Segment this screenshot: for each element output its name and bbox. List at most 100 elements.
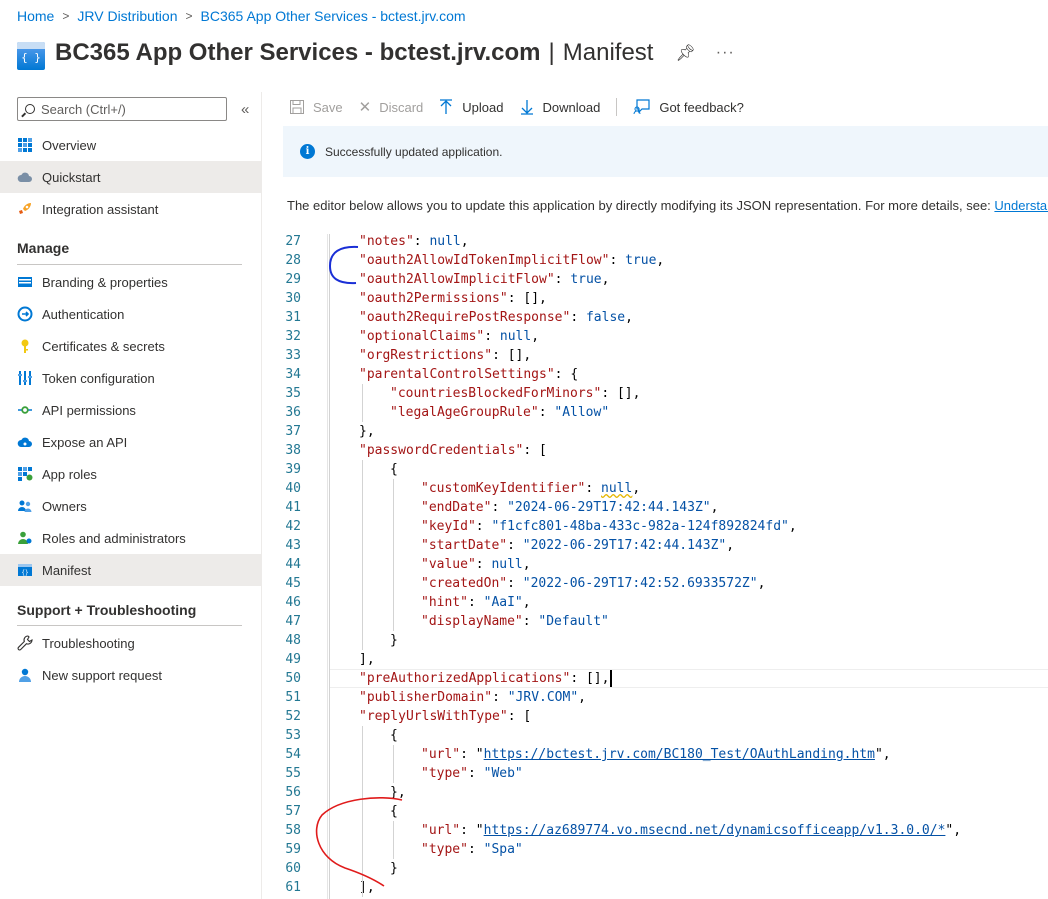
sidebar-item-new-support-request[interactable]: New support request [0,659,262,691]
sidebar-item-overview[interactable]: Overview [0,129,262,161]
indent-guide [393,821,394,859]
sidebar-item-api-permissions[interactable]: API permissions [0,394,262,426]
code-token: , [726,538,735,553]
code-token: }, [359,424,375,439]
breadcrumb-tenant[interactable]: JRV Distribution [77,8,177,24]
editor-line: 36 "legalAgeGroupRule": "Allow" [263,403,1048,422]
code-token: }, [390,785,406,800]
code-token: : " [460,747,484,762]
line-number: 45 [285,576,301,591]
feedback-icon [633,99,650,115]
sidebar-item-label: Manifest [42,562,92,578]
code-token: { [390,728,398,743]
editor-line: 51 "publisherDomain": "JRV.COM", [263,688,1048,707]
code-token: : [554,272,571,287]
upload-label: Upload [462,99,504,115]
sidebar-item-owners[interactable]: Owners [0,490,262,522]
code-token[interactable]: https://bctest.jrv.com/BC180_Test/OAuthL… [484,747,875,762]
line-number: 47 [285,614,301,629]
breadcrumb-app[interactable]: BC365 App Other Services - bctest.jrv.co… [201,8,466,24]
code-token: : [570,310,586,325]
code-token: "2022-06-29T17:42:44.143Z" [522,538,727,553]
code-token: : [492,690,508,705]
code-token: "f1cfc801-48ba-433c-982a-124f892824fd" [491,519,789,534]
line-number: 31 [285,310,301,325]
line-number: 60 [285,861,301,876]
code-token: "Default" [538,614,609,629]
sidebar-item-token-configuration[interactable]: Token configuration [0,362,262,394]
code-token: "startDate" [421,538,508,553]
token-icon [18,371,32,385]
code-token: : [507,538,523,553]
sidebar-item-authentication[interactable]: Authentication [0,298,262,330]
code-token: : [], [507,291,547,306]
editor-line: 37}, [263,422,1048,441]
code-token: "preAuthorizedApplications" [359,671,571,686]
sidebar-item-quickstart[interactable]: Quickstart [0,161,262,193]
editor-line: 61], [263,878,1048,897]
line-number: 36 [285,405,301,420]
toolbar-divider [616,98,618,116]
code-content: "publisherDomain": "JRV.COM", [359,688,586,707]
sidebar-item-label: Integration assistant [42,201,159,217]
line-number: 46 [285,595,301,610]
text-cursor [610,670,612,687]
code-content: } [390,631,398,650]
code-token: "parentalControlSettings" [359,367,555,382]
save-icon [290,100,304,114]
line-number: 35 [285,386,301,401]
code-token: null [499,329,532,344]
more-options-button[interactable]: ··· [716,44,735,62]
indent-guide [329,234,330,899]
indent-guide [362,460,363,650]
key-icon [21,339,29,353]
code-token: : [], [570,671,610,686]
sidebar-item-integration-assistant[interactable]: Integration assistant [0,193,262,225]
download-button[interactable]: Download [520,99,601,115]
sidebar-item-branding[interactable]: Branding & properties [0,266,262,298]
breadcrumb-home[interactable]: Home [17,8,54,24]
code-content: "customKeyIdentifier": null, [421,479,640,498]
code-token: "orgRestrictions" [359,348,493,363]
save-button[interactable]: Save [289,99,343,115]
collapse-sidebar-button[interactable]: « [241,101,249,118]
line-number: 48 [285,633,301,648]
success-notification: i Successfully updated application. [283,126,1048,177]
feedback-button[interactable]: Got feedback? [633,99,744,115]
sidebar-item-roles-admins[interactable]: Roles and administrators [0,522,262,554]
pin-icon[interactable]: 📌︎ [675,43,695,63]
code-content: "oauth2RequirePostResponse": false, [359,308,633,327]
code-token: , [656,253,665,268]
search-placeholder: Search (Ctrl+/) [41,101,126,117]
sidebar-item-label: Authentication [42,306,125,322]
sidebar-item-label: Expose an API [42,434,128,450]
code-content: "oauth2AllowImplicitFlow": true, [359,270,609,289]
editor-line: 54 "url": "https://bctest.jrv.com/BC180_T… [263,745,1048,764]
code-token: "2022-06-29T17:42:52.6933572Z" [522,576,758,591]
sidebar-item-certificates[interactable]: Certificates & secrets [0,330,262,362]
sidebar-item-expose-api[interactable]: Expose an API [0,426,262,458]
sidebar-item-app-roles[interactable]: App roles [0,458,262,490]
editor-line: 47 "displayName": "Default" [263,612,1048,631]
code-token: , [460,234,469,249]
discard-button[interactable]: ✕ Discard [359,98,424,116]
code-token: : [491,500,508,515]
json-editor[interactable]: 27 "notes": null, 28 "oauth2AllowIdTokenImp… [263,234,1048,899]
discard-label: Discard [379,99,424,115]
download-label: Download [542,99,601,115]
upload-button[interactable]: Upload [439,99,504,115]
manifest-docs-link[interactable]: Understand the Azure Active Directory ap… [994,198,1048,213]
editor-line: 41 "endDate": "2024-06-29T17:42:44.143Z", [263,498,1048,517]
editor-line: 30 "oauth2Permissions": [], [263,289,1048,308]
search-input[interactable]: Search (Ctrl+/) [17,97,227,121]
editor-line: 46 "hint": "AaI", [263,593,1048,612]
sidebar-item-troubleshooting[interactable]: Troubleshooting [0,627,262,659]
code-token: "replyUrlsWithType" [359,709,508,724]
divider [17,264,242,265]
sidebar-item-label: App roles [42,466,97,482]
code-token: : [467,766,484,781]
code-token[interactable]: https://az689774.vo.msecnd.net/dynamicso… [484,823,946,838]
sidebar-item-label: New support request [42,667,162,683]
page-title: BC365 App Other Services - bctest.jrv.co… [55,39,541,66]
sidebar-item-manifest[interactable]: {} Manifest [0,554,262,586]
